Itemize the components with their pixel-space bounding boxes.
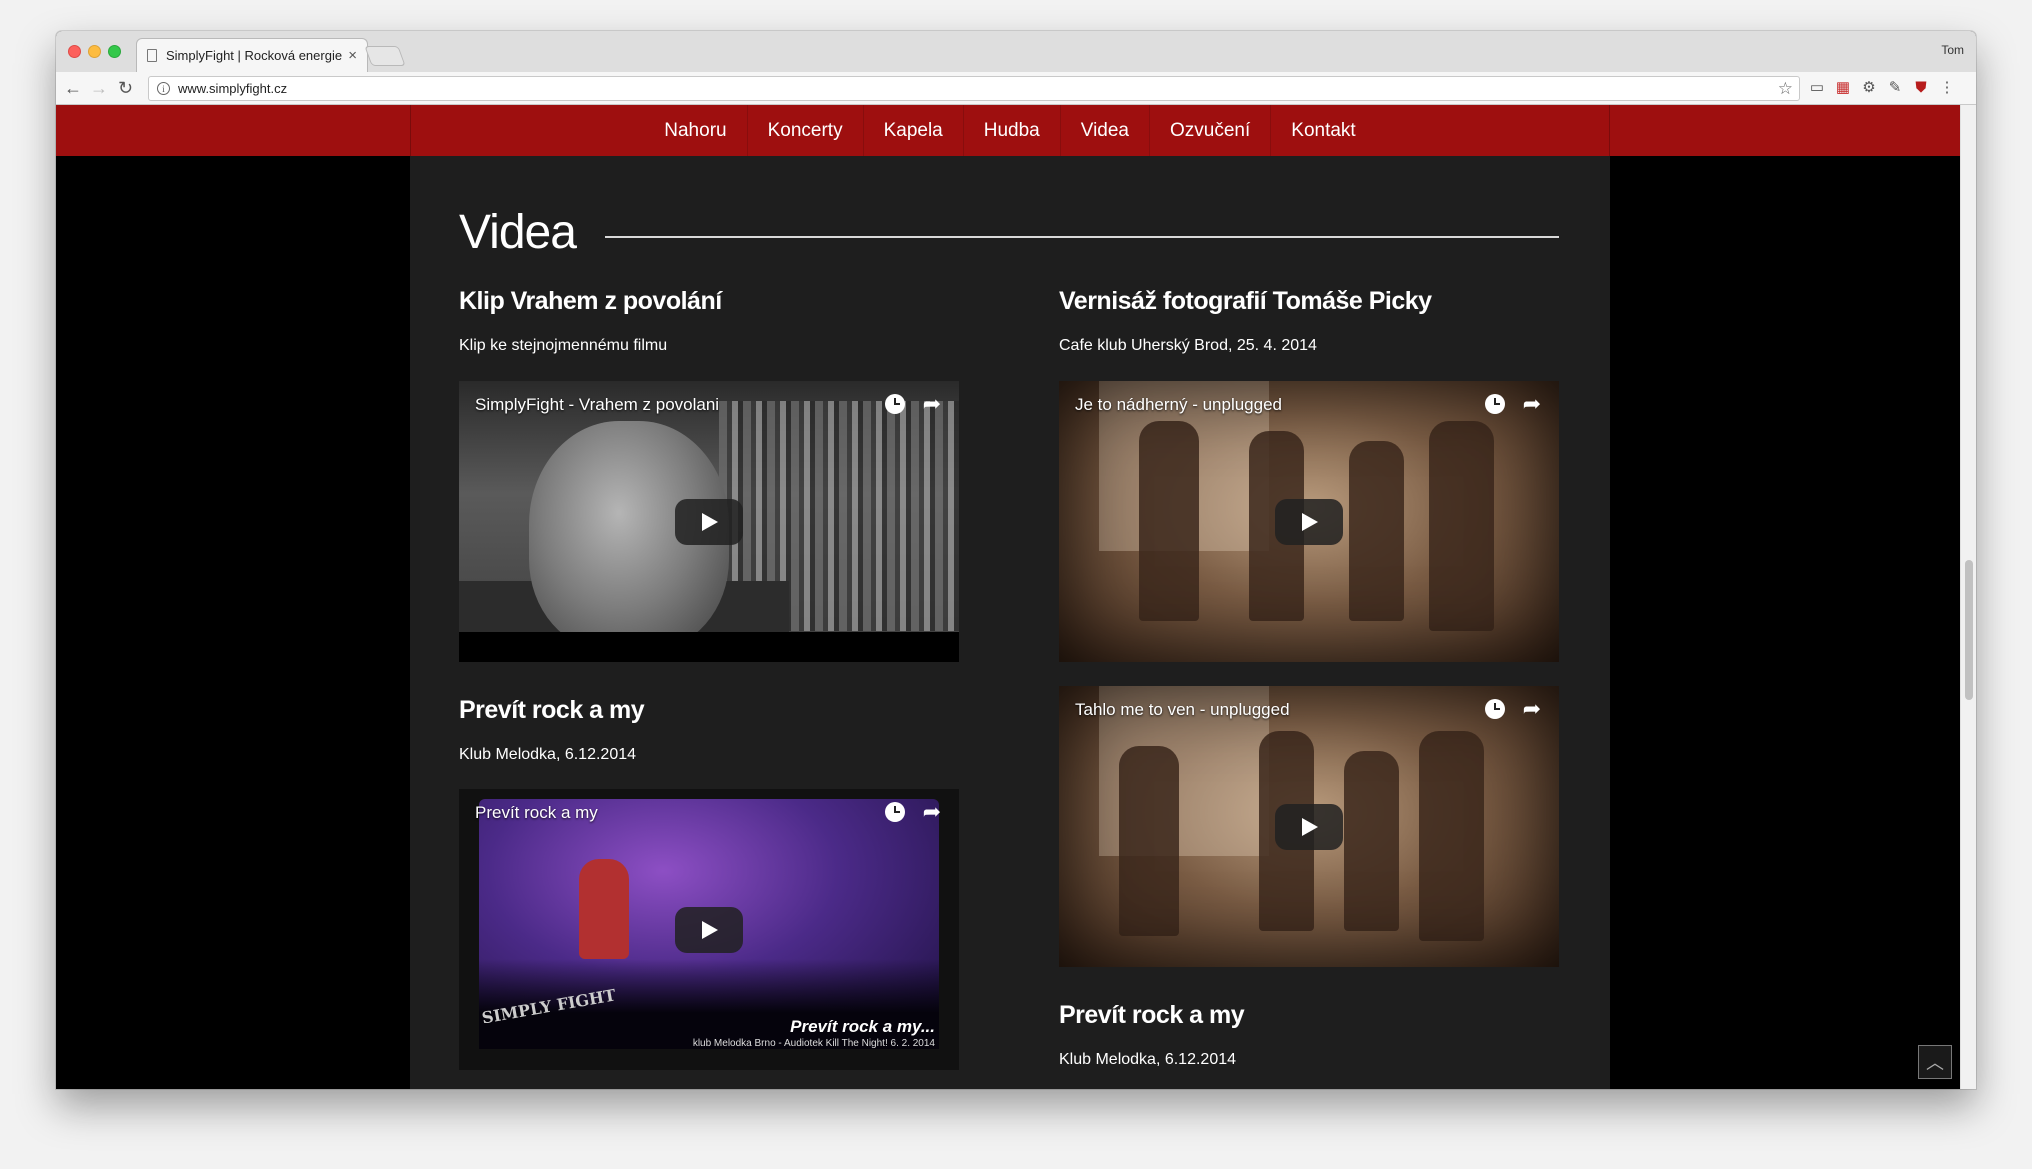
video-subheading: Klub Melodka, 6.12.2014 [1059, 1051, 1237, 1068]
video-player[interactable]: SIMPLY FIGHT Prevít rock a my... klub Me… [459, 789, 959, 1070]
reload-icon[interactable]: ↻ [118, 77, 133, 99]
video-title[interactable]: Je to nádherný - unplugged [1075, 395, 1282, 415]
section-title: Videa [459, 206, 577, 259]
forward-icon[interactable]: → [90, 77, 108, 99]
tab-close-icon[interactable]: × [348, 47, 357, 64]
video-overlay-detail: klub Melodka Brno - Audiotek Kill The Ni… [692, 1038, 935, 1049]
video-heading: Klip Vrahem z povolání [459, 287, 722, 315]
share-icon[interactable]: ➦ [923, 391, 941, 417]
share-icon[interactable]: ➦ [1523, 391, 1541, 417]
maximize-window-button[interactable] [108, 45, 121, 58]
video-subheading: Cafe klub Uherský Brod, 25. 4. 2014 [1059, 337, 1317, 354]
ublock-icon[interactable]: ⛊ [1912, 78, 1930, 98]
profile-name[interactable]: Tom [1941, 43, 1964, 57]
video-heading: Vernisáž fotografií Tomáše Picky [1059, 287, 1432, 315]
close-window-button[interactable] [68, 45, 81, 58]
watch-later-icon[interactable] [1485, 699, 1505, 719]
play-button[interactable] [675, 499, 743, 545]
minimize-window-button[interactable] [88, 45, 101, 58]
nav-item-kapela[interactable]: Kapela [862, 105, 963, 156]
video-title[interactable]: SimplyFight - Vrahem z povolani [475, 395, 719, 415]
play-button[interactable] [675, 907, 743, 953]
video-player[interactable]: Tahlo me to ven - unplugged ➦ [1059, 686, 1559, 967]
star-icon[interactable]: ☆ [1778, 79, 1793, 99]
url-text[interactable]: www.simplyfight.cz [178, 81, 1778, 96]
play-button[interactable] [1275, 499, 1343, 545]
videos-section: Videa Klip Vrahem z povolání Klip ke ste… [410, 156, 1610, 1089]
video-heading: Prevít rock a my [459, 696, 645, 724]
play-button[interactable] [1275, 804, 1343, 850]
web-page: Nahoru Koncerty Kapela Hudba Videa Ozvuč… [56, 105, 1960, 1089]
video-title[interactable]: Tahlo me to ven - unplugged [1075, 700, 1290, 720]
video-subheading: Klub Melodka, 6.12.2014 [459, 746, 637, 763]
browser-window: SimplyFight | Rocková energie × Tom ← → … [56, 31, 1976, 1089]
nav-item-videa[interactable]: Videa [1059, 105, 1149, 156]
tab-bar: SimplyFight | Rocková energie × Tom [56, 31, 1976, 72]
browser-toolbar: ← → ↻ i www.simplyfight.cz ☆ ▭ ▦ ⚙ ✎ ⛊ ⋮ [56, 72, 1976, 105]
scrollbar-thumb[interactable] [1965, 560, 1973, 700]
nav-item-nahoru[interactable]: Nahoru [644, 105, 746, 156]
settings-icon[interactable]: ⚙ [1860, 78, 1878, 98]
watch-later-icon[interactable] [885, 802, 905, 822]
document-icon [147, 49, 157, 62]
cast-icon[interactable]: ▭ [1808, 78, 1826, 98]
video-subheading: Klip ke stejnojmennému filmu [459, 337, 668, 354]
watch-later-icon[interactable] [885, 394, 905, 414]
watch-later-icon[interactable] [1485, 394, 1505, 414]
title-divider [605, 236, 1559, 238]
share-icon[interactable]: ➦ [923, 799, 941, 825]
eyedropper-icon[interactable]: ✎ [1886, 78, 1904, 98]
nav-item-hudba[interactable]: Hudba [962, 105, 1060, 156]
video-overlay-caption: Prevít rock a my... [790, 1017, 935, 1036]
share-icon[interactable]: ➦ [1523, 696, 1541, 722]
video-title[interactable]: Prevít rock a my [475, 803, 598, 823]
chevron-up-icon: ︿ [1926, 1053, 1944, 1073]
scroll-to-top-button[interactable]: ︿ [1918, 1045, 1952, 1079]
new-tab-button[interactable] [364, 46, 406, 66]
info-icon[interactable]: i [157, 82, 170, 95]
nav-menu: Nahoru Koncerty Kapela Hudba Videa Ozvuč… [410, 105, 1610, 156]
back-icon[interactable]: ← [64, 77, 82, 99]
calendar-icon[interactable]: ▦ [1834, 78, 1852, 98]
nav-item-ozvuceni[interactable]: Ozvučení [1149, 105, 1270, 156]
tab-title: SimplyFight | Rocková energie [166, 48, 343, 63]
video-heading: Prevít rock a my [1059, 1001, 1245, 1029]
address-bar[interactable]: i www.simplyfight.cz ☆ [148, 76, 1800, 101]
page-scrollbar[interactable] [1960, 105, 1976, 1089]
nav-item-koncerty[interactable]: Koncerty [746, 105, 863, 156]
menu-icon[interactable]: ⋮ [1938, 78, 1956, 98]
site-navbar: Nahoru Koncerty Kapela Hudba Videa Ozvuč… [56, 105, 1960, 156]
active-tab[interactable]: SimplyFight | Rocková energie × [136, 38, 368, 72]
nav-item-kontakt[interactable]: Kontakt [1270, 105, 1375, 156]
video-player[interactable]: Je to nádherný - unplugged ➦ [1059, 381, 1559, 662]
video-player[interactable]: SimplyFight - Vrahem z povolani ➦ [459, 381, 959, 662]
